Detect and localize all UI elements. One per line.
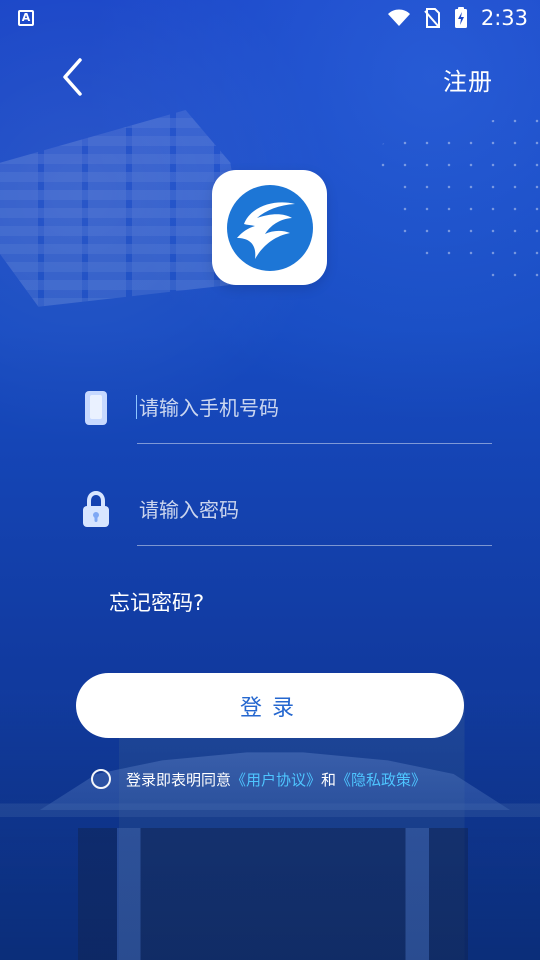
status-time: 2:33 (480, 6, 528, 30)
agreement-row: 登录即表明同意 《用户协议》 和 《隐私政策》 (91, 766, 511, 792)
lock-icon (80, 490, 112, 530)
password-input[interactable] (137, 490, 494, 530)
user-agreement-link[interactable]: 《用户协议》 (231, 769, 321, 790)
phone-field-row (80, 388, 494, 444)
text-cursor (136, 395, 137, 419)
back-button[interactable] (52, 52, 92, 102)
wifi-icon (387, 9, 410, 26)
app-logo (212, 170, 327, 285)
register-link[interactable]: 注册 (443, 62, 493, 97)
status-right: 2:33 (387, 6, 528, 30)
top-navigation: 注册 (0, 42, 540, 112)
phone-input[interactable] (137, 388, 494, 428)
no-sim-icon (424, 8, 440, 28)
privacy-policy-link[interactable]: 《隐私政策》 (336, 769, 426, 790)
password-underline (137, 545, 492, 546)
background-star-pattern (372, 110, 540, 290)
phone-icon (80, 388, 112, 428)
agreement-conjunction: 和 (321, 770, 337, 789)
battery-charging-icon (454, 7, 467, 28)
phone-underline (137, 443, 492, 444)
login-button[interactable]: 登录 (76, 673, 464, 738)
swoosh-logo-icon (226, 184, 313, 271)
agreement-radio[interactable] (91, 769, 111, 789)
agreement-prefix: 登录即表明同意 (126, 770, 232, 789)
app-notification-icon: A (18, 10, 34, 26)
chevron-left-icon (63, 58, 82, 96)
status-left: A (18, 10, 34, 26)
password-field-row (80, 490, 494, 546)
status-bar: A 2:33 (0, 0, 540, 36)
forgot-password-link[interactable]: 忘记密码? (109, 587, 204, 617)
